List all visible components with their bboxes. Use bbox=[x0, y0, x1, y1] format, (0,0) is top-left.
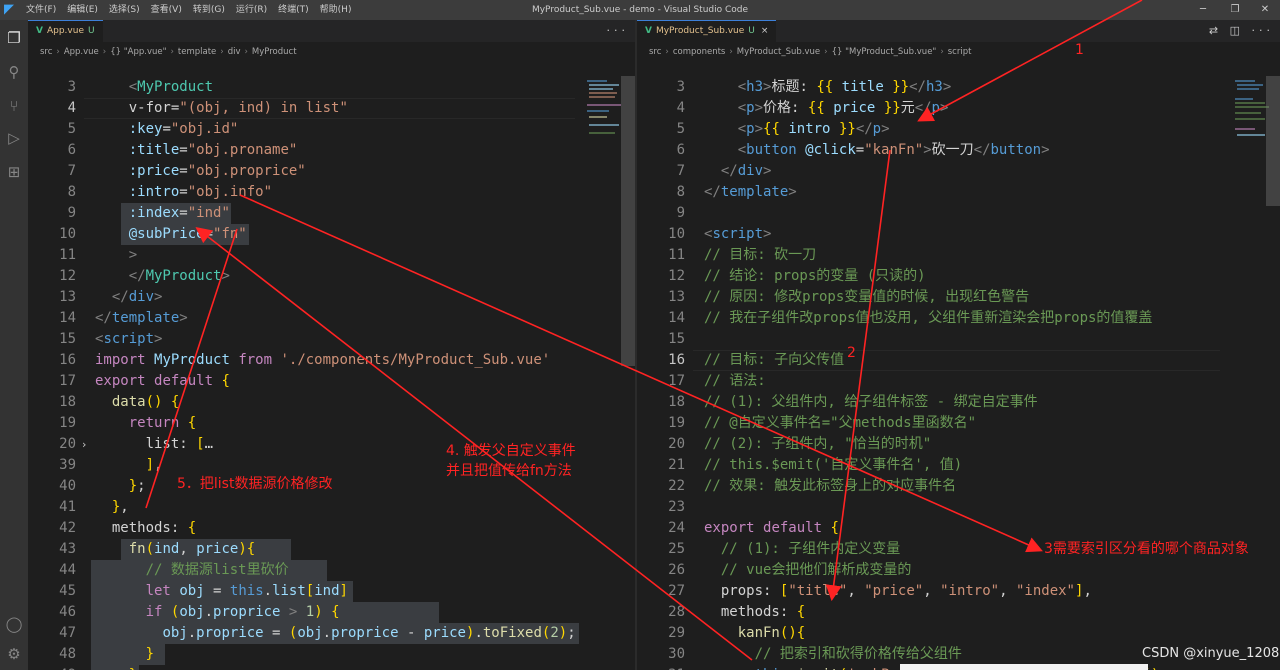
watermark: CSDN @xinyue_1208 bbox=[1142, 646, 1280, 661]
annotation-2: 2 bbox=[847, 345, 856, 361]
annotation-3: 3需要索引区分看的哪个商品对象 bbox=[1044, 541, 1249, 557]
annotation-4-line2: 并且把值传给fn方法 bbox=[446, 463, 572, 479]
annotation-1: 1 bbox=[1075, 42, 1084, 58]
annotation-5: 5．把list数据源价格修改 bbox=[177, 476, 333, 492]
annotation-4-line1: 4. 触发父自定义事件 bbox=[446, 443, 576, 459]
taskbar-strip bbox=[900, 664, 1148, 670]
arrow-5 bbox=[145, 228, 238, 509]
arrow-2 bbox=[825, 149, 891, 602]
annotation-arrows bbox=[145, 0, 1143, 661]
arrow-3 bbox=[239, 194, 1043, 553]
arrow-1 bbox=[917, 0, 1143, 122]
